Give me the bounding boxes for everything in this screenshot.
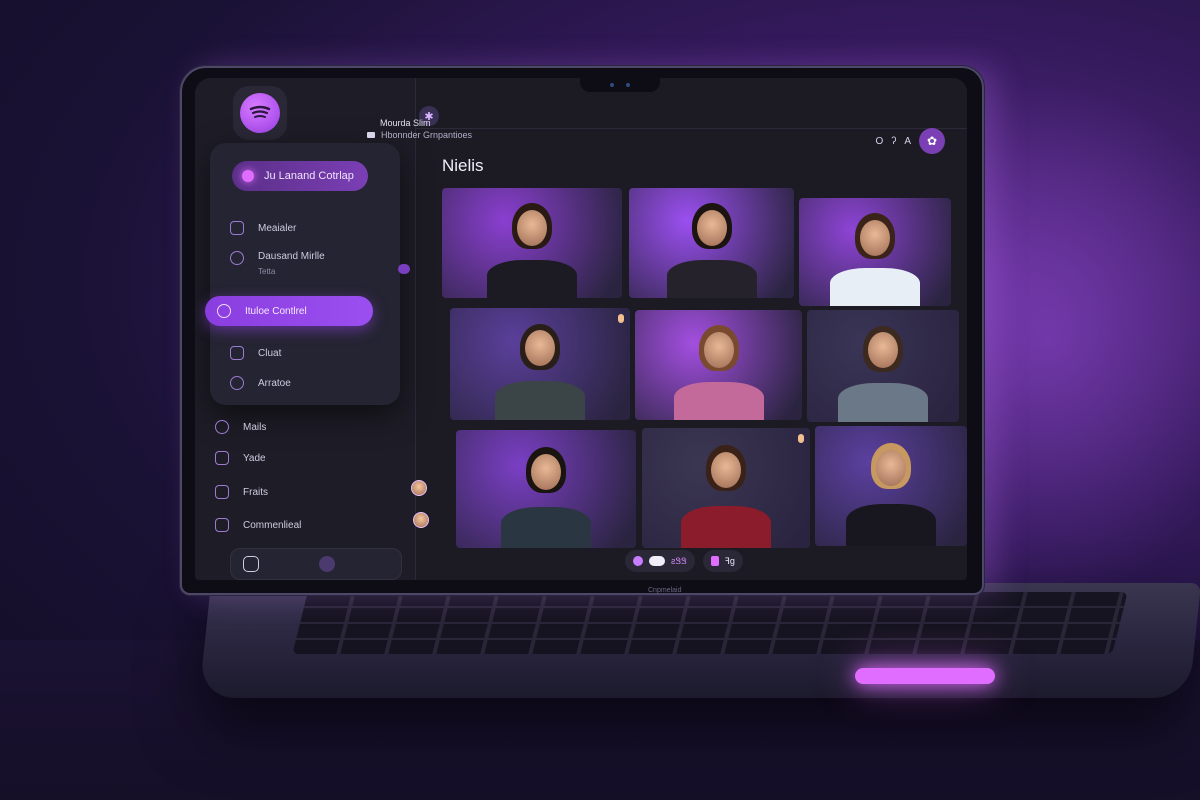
video-tile-5[interactable] [635, 310, 802, 420]
chat-icon [230, 346, 244, 360]
sidebar-item-fraits[interactable]: Fraits [215, 485, 268, 499]
laptop-keyboard [292, 592, 1128, 654]
participant-face [876, 450, 906, 486]
video-tile-6[interactable] [807, 310, 959, 422]
navigation-card: Ju Lanand Cotrlap Meaialer Dausand Mirll… [210, 143, 400, 405]
alert-icon[interactable]: A [904, 136, 911, 147]
sidebar-item-arratoe[interactable]: Arratoe [230, 376, 291, 390]
media-controls-pill[interactable]: ƨᏕᏕ [625, 550, 695, 572]
app-header: ✱ [415, 78, 967, 129]
app-logo[interactable] [233, 86, 287, 140]
meeting-subtitle-text: Hbonnder Grnpantioes [381, 130, 473, 140]
participant-body [838, 382, 928, 422]
participant-face [696, 210, 727, 246]
laptop-brand-label: Cnpmelaid [648, 587, 682, 594]
online-user-avatar[interactable] [411, 480, 427, 496]
record-pill-label: Ju Lanand Cotrlap [264, 170, 354, 182]
help-icon[interactable]: ʔ [891, 136, 896, 147]
sidebar-item-cluat[interactable]: Cluat [230, 346, 281, 360]
video-tile-1[interactable] [442, 188, 622, 298]
sidebar-item-label: Fraits [243, 486, 268, 498]
sidebar-item-active[interactable]: Ituloe Contlrel [205, 296, 373, 326]
participant-body [487, 259, 577, 298]
sidebar-item-label: Cluat [258, 347, 282, 359]
mail-icon [215, 420, 229, 434]
sidebar-item-commenlieal[interactable]: Commenlieal [215, 518, 301, 532]
sidebar-item-label: Commenlieal [243, 519, 302, 531]
participant-body [666, 259, 757, 298]
sidebar-bottom-bar [230, 548, 402, 580]
app-window: Ju Lanand Cotrlap Meaialer Dausand Mirll… [195, 78, 967, 580]
speaking-indicator-icon [618, 314, 624, 323]
sidebar-item-label: Ituloe Contlrel [245, 305, 307, 317]
comment-icon [215, 518, 229, 532]
laptop-light-strip [855, 668, 995, 684]
search-icon[interactable]: O [876, 136, 884, 147]
sidebar-item-label: Mails [243, 421, 267, 433]
video-icon [215, 451, 229, 465]
sidebar-item-yade[interactable]: Yade [215, 451, 266, 465]
person-icon [230, 376, 244, 390]
header-actions: O ʔ A ✿ [876, 128, 945, 154]
sidebar-item-dausand[interactable]: Dausand Mirlle Tetta [230, 251, 325, 276]
sidebar-item-sublabel: Tetta [258, 267, 276, 276]
participant-body [830, 268, 920, 306]
video-tile-7[interactable] [456, 430, 636, 548]
app-logo-icon [240, 93, 280, 133]
record-dot-icon [242, 170, 254, 182]
profile-icon[interactable] [319, 556, 335, 572]
participant-body [673, 381, 764, 420]
reactions-text[interactable]: ƨᏕᏕ [671, 556, 687, 567]
sidebar-item-label: Arratoe [258, 377, 291, 389]
participant-body [495, 380, 585, 420]
user-avatar[interactable]: ✿ [919, 128, 945, 154]
meeting-title: Mourda Slim [380, 118, 431, 128]
end-call-label: ꟻg [724, 555, 735, 566]
participant-face [531, 453, 561, 490]
participant-body [501, 506, 591, 548]
sidebar-item-meaialer[interactable]: Meaialer [230, 221, 296, 235]
globe-icon [230, 251, 244, 265]
participant-face [703, 332, 734, 368]
gear-icon [217, 304, 231, 318]
video-tile-3[interactable] [799, 198, 951, 306]
video-tile-4[interactable] [450, 308, 630, 420]
inbox-icon [230, 221, 244, 235]
video-tile-8[interactable] [642, 428, 810, 548]
calendar-icon [367, 132, 375, 138]
sidebar-item-label: Meaialer [258, 222, 297, 234]
record-pill[interactable]: Ju Lanand Cotrlap [232, 161, 368, 191]
participant-face [868, 332, 898, 369]
folder-icon [215, 485, 229, 499]
sidebar-item-mails[interactable]: Mails [215, 420, 266, 434]
video-grid [442, 188, 967, 560]
sidebar-collapse-handle[interactable] [398, 264, 410, 274]
page-title: Nielis [442, 156, 484, 175]
participant-face [525, 330, 555, 367]
meeting-subtitle: Hbonnder Grnpantioes [367, 130, 472, 140]
sidebar-item-label: Yade [243, 452, 266, 464]
sidebar: Ju Lanand Cotrlap Meaialer Dausand Mirll… [195, 78, 416, 580]
video-tile-9[interactable] [815, 426, 967, 546]
settings-icon[interactable] [243, 556, 259, 572]
call-controls: ƨᏕᏕ ꟻg [625, 550, 743, 572]
chat-bubble-icon[interactable] [649, 556, 665, 566]
speaking-indicator-icon [798, 434, 804, 443]
sidebar-item-label: Dausand Mirlle [258, 251, 325, 262]
online-user-avatar[interactable] [413, 512, 429, 528]
participant-face [517, 210, 547, 246]
mic-icon[interactable] [633, 556, 643, 566]
participant-body [681, 506, 771, 548]
end-call-pill[interactable]: ꟻg [702, 550, 743, 572]
participant-face [860, 219, 890, 256]
video-tile-2[interactable] [629, 188, 794, 298]
participant-face [711, 452, 741, 488]
participant-body [846, 504, 936, 546]
record-icon [710, 556, 719, 566]
